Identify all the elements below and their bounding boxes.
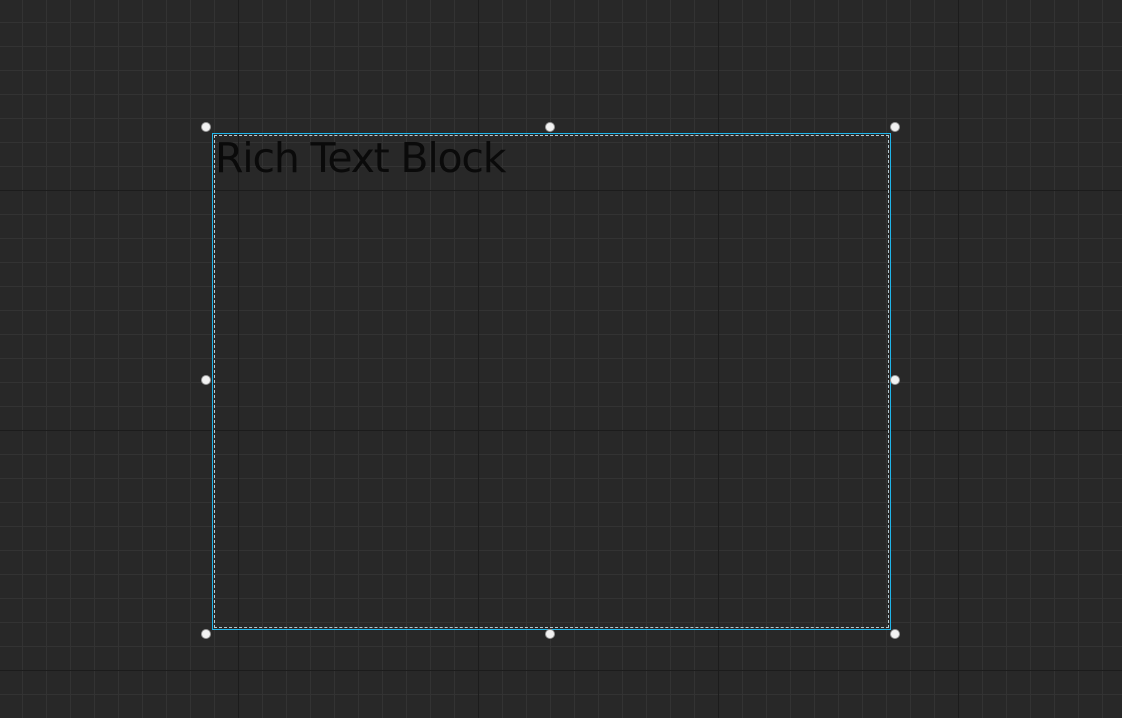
resize-handle-top-left[interactable] xyxy=(201,122,211,132)
resize-handle-top-right[interactable] xyxy=(890,122,900,132)
rich-text-block-text: Rich Text Block xyxy=(215,134,506,182)
designer-canvas-grid[interactable]: Rich Text Block xyxy=(0,0,1122,718)
widget-bounds-dashed xyxy=(214,135,889,628)
resize-handle-bottom-center[interactable] xyxy=(545,629,555,639)
resize-handle-middle-right[interactable] xyxy=(890,375,900,385)
rich-text-block-widget[interactable]: Rich Text Block xyxy=(212,133,891,630)
resize-handle-bottom-right[interactable] xyxy=(890,629,900,639)
resize-handle-middle-left[interactable] xyxy=(201,375,211,385)
resize-handle-bottom-left[interactable] xyxy=(201,629,211,639)
resize-handle-top-center[interactable] xyxy=(545,122,555,132)
